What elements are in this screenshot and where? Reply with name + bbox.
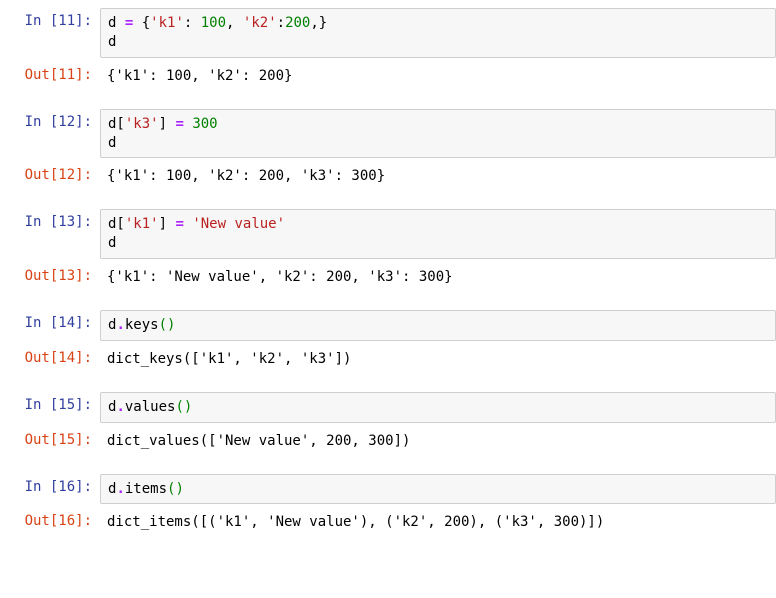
- code-token: 300: [192, 116, 217, 132]
- input-row: In [12]:d['k3'] = 300 d: [0, 109, 776, 159]
- code-input[interactable]: d.keys(): [100, 310, 776, 341]
- code-token: (): [167, 481, 184, 497]
- code-token: d: [108, 135, 116, 151]
- output-row: Out[16]:dict_items([('k1', 'New value'),…: [0, 508, 776, 537]
- output-row: Out[12]:{'k1': 100, 'k2': 200, 'k3': 300…: [0, 162, 776, 191]
- code-output: dict_values(['New value', 200, 300]): [100, 427, 776, 456]
- output-prompt: Out[12]:: [0, 162, 100, 188]
- code-token: ]: [159, 216, 176, 232]
- code-token: (): [159, 317, 176, 333]
- code-token: 'k2': [243, 15, 277, 31]
- code-token: :: [277, 15, 285, 31]
- code-token: =: [175, 116, 183, 132]
- code-token: d[: [108, 216, 125, 232]
- code-token: d: [108, 34, 116, 50]
- input-row: In [15]:d.values(): [0, 392, 776, 423]
- code-token: 'k3': [125, 116, 159, 132]
- code-output: dict_keys(['k1', 'k2', 'k3']): [100, 345, 776, 374]
- code-cell: In [12]:d['k3'] = 300 dOut[12]:{'k1': 10…: [0, 109, 776, 192]
- output-prompt: Out[16]:: [0, 508, 100, 534]
- input-prompt: In [13]:: [0, 209, 100, 235]
- code-token: 'New value': [192, 216, 285, 232]
- output-prompt: Out[14]:: [0, 345, 100, 371]
- code-input[interactable]: d['k1'] = 'New value' d: [100, 209, 776, 259]
- code-token: .: [116, 399, 124, 415]
- code-token: 'k1': [125, 216, 159, 232]
- code-token: 'k1': [150, 15, 184, 31]
- code-token: items: [125, 481, 167, 497]
- code-token: ,: [226, 15, 243, 31]
- output-prompt: Out[13]:: [0, 263, 100, 289]
- input-prompt: In [12]:: [0, 109, 100, 135]
- code-token: .: [116, 481, 124, 497]
- input-row: In [11]:d = {'k1': 100, 'k2':200,} d: [0, 8, 776, 58]
- code-cell: In [13]:d['k1'] = 'New value' dOut[13]:{…: [0, 209, 776, 292]
- input-prompt: In [14]:: [0, 310, 100, 336]
- code-input[interactable]: d.items(): [100, 474, 776, 505]
- output-row: Out[14]:dict_keys(['k1', 'k2', 'k3']): [0, 345, 776, 374]
- code-output: dict_items([('k1', 'New value'), ('k2', …: [100, 508, 776, 537]
- output-prompt: Out[15]:: [0, 427, 100, 453]
- input-prompt: In [11]:: [0, 8, 100, 34]
- code-token: keys: [125, 317, 159, 333]
- code-token: ]: [159, 116, 176, 132]
- output-row: Out[13]:{'k1': 'New value', 'k2': 200, '…: [0, 263, 776, 292]
- output-row: Out[11]:{'k1': 100, 'k2': 200}: [0, 62, 776, 91]
- code-token: {: [133, 15, 150, 31]
- code-cell: In [16]:d.items()Out[16]:dict_items([('k…: [0, 474, 776, 538]
- input-row: In [13]:d['k1'] = 'New value' d: [0, 209, 776, 259]
- code-output: {'k1': 'New value', 'k2': 200, 'k3': 300…: [100, 263, 776, 292]
- code-token: values: [125, 399, 176, 415]
- code-token: 100: [201, 15, 226, 31]
- jupyter-notebook: In [11]:d = {'k1': 100, 'k2':200,} dOut[…: [0, 8, 776, 537]
- code-cell: In [11]:d = {'k1': 100, 'k2':200,} dOut[…: [0, 8, 776, 91]
- input-row: In [16]:d.items(): [0, 474, 776, 505]
- code-token: =: [175, 216, 183, 232]
- code-token: (): [175, 399, 192, 415]
- output-row: Out[15]:dict_values(['New value', 200, 3…: [0, 427, 776, 456]
- code-output: {'k1': 100, 'k2': 200, 'k3': 300}: [100, 162, 776, 191]
- code-token: d[: [108, 116, 125, 132]
- code-cell: In [15]:d.values()Out[15]:dict_values(['…: [0, 392, 776, 456]
- code-input[interactable]: d = {'k1': 100, 'k2':200,} d: [100, 8, 776, 58]
- input-row: In [14]:d.keys(): [0, 310, 776, 341]
- input-prompt: In [16]:: [0, 474, 100, 500]
- code-token: [116, 15, 124, 31]
- code-input[interactable]: d['k3'] = 300 d: [100, 109, 776, 159]
- code-input[interactable]: d.values(): [100, 392, 776, 423]
- code-token: :: [184, 15, 201, 31]
- code-token: 200: [285, 15, 310, 31]
- code-output: {'k1': 100, 'k2': 200}: [100, 62, 776, 91]
- code-token: ,}: [310, 15, 327, 31]
- input-prompt: In [15]:: [0, 392, 100, 418]
- code-cell: In [14]:d.keys()Out[14]:dict_keys(['k1',…: [0, 310, 776, 374]
- output-prompt: Out[11]:: [0, 62, 100, 88]
- code-token: d: [108, 235, 116, 251]
- code-token: .: [116, 317, 124, 333]
